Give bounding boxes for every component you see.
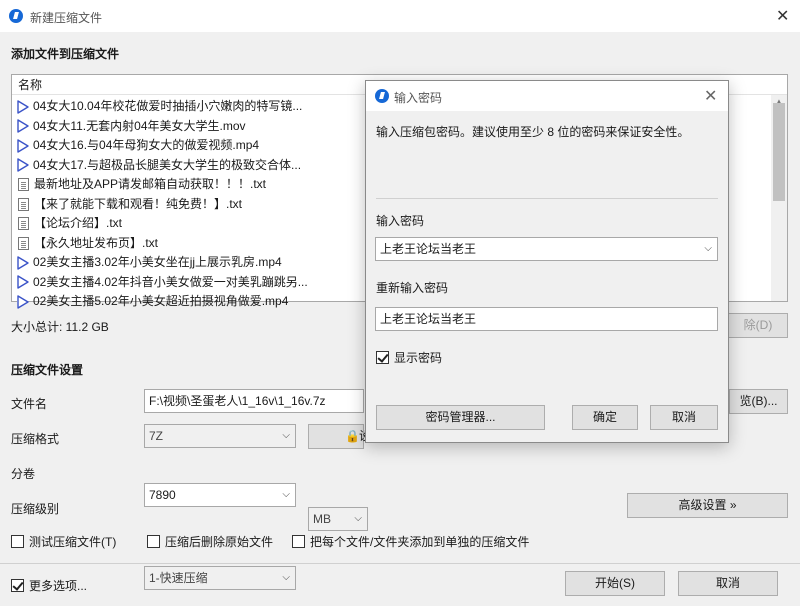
video-file-icon <box>16 294 30 309</box>
file-name: 02美女主播3.02年小美女坐在jj上展示乳房.mp4 <box>33 255 282 270</box>
dialog-ok-button[interactable]: 确定 <box>572 405 638 430</box>
total-size: 大小总计: 11.2 GB <box>11 320 109 334</box>
video-file-icon <box>16 255 30 270</box>
split-unit-value: MB <box>313 512 331 526</box>
more-options-checkbox[interactable] <box>11 579 24 592</box>
bottom-divider <box>0 563 800 564</box>
video-file-icon <box>16 138 30 153</box>
section-settings-title: 压缩文件设置 <box>11 363 84 377</box>
close-icon[interactable]: ✕ <box>776 6 789 26</box>
dialog-app-icon <box>375 89 389 103</box>
chevron-down-icon: ⌵ <box>282 572 290 583</box>
password-dialog: 输入密码 ✕ 输入压缩包密码。建议使用至少 8 位的密码来保证安全性。 输入密码… <box>365 80 729 443</box>
advanced-settings-button[interactable]: 高级设置 » <box>627 493 788 518</box>
remove-button[interactable]: 除(D) <box>728 313 788 338</box>
split-unit-select[interactable]: MB ⌵ <box>308 507 368 531</box>
separate-archives-option[interactable]: 把每个文件/文件夹添加到单独的压缩文件 <box>292 533 529 550</box>
filename-label: 文件名 <box>11 397 48 411</box>
level-value: 1-快速压缩 <box>149 571 208 585</box>
section-add-title: 添加文件到压缩文件 <box>11 47 120 61</box>
chevron-down-icon[interactable]: ⌵ <box>704 238 712 260</box>
split-label: 分卷 <box>11 467 36 481</box>
file-name: 02美女主播5.02年小美女超近拍摄视角做爱.mp4 <box>33 294 289 309</box>
chevron-down-icon: ⌵ <box>354 513 362 524</box>
video-file-icon <box>16 119 30 134</box>
text-file-icon <box>18 236 29 250</box>
text-file-icon <box>18 197 29 211</box>
file-name: 04女大16.与04年母狗女大的做爱视频.mp4 <box>33 138 260 153</box>
video-file-icon <box>16 99 30 114</box>
more-options-label: 更多选项... <box>29 579 88 593</box>
file-name: 【来了就能下载和观看！纯免费！】.txt <box>34 196 243 211</box>
confirm-password-input[interactable]: 上老王论坛当老王 <box>375 307 718 331</box>
dialog-close-icon[interactable]: ✕ <box>704 86 717 106</box>
scroll-thumb[interactable] <box>773 103 785 201</box>
file-name: 02美女主播4.02年抖音小美女做爱一对美乳蹦跳另... <box>33 274 308 289</box>
delete-original-checkbox[interactable] <box>147 535 160 548</box>
confirm-password-label: 重新输入密码 <box>376 281 449 295</box>
show-password-option[interactable]: 显示密码 <box>376 349 442 366</box>
text-file-icon <box>18 217 29 231</box>
file-name: 04女大11.无套内射04年美女大学生.mov <box>33 118 246 133</box>
level-label: 压缩级别 <box>11 502 60 516</box>
browse-button[interactable]: 览(B)... <box>729 389 788 414</box>
format-select[interactable]: 7Z ⌵ <box>144 424 296 448</box>
format-value: 7Z <box>149 429 164 443</box>
dialog-cancel-button[interactable]: 取消 <box>650 405 718 430</box>
dialog-title-bar: 输入密码 ✕ <box>366 81 728 111</box>
video-file-icon <box>16 275 30 290</box>
separate-archives-checkbox[interactable] <box>292 535 305 548</box>
filename-input[interactable]: F:\视频\圣蛋老人\1_16v\1_16v.7z <box>144 389 364 413</box>
test-archive-option[interactable]: 测试压缩文件(T) <box>11 533 116 550</box>
more-options-toggle[interactable]: 更多选项... <box>11 577 87 594</box>
cancel-button[interactable]: 取消 <box>678 571 778 596</box>
set-password-button[interactable]: 🔒 设 <box>308 424 371 449</box>
file-name: 04女大10.04年校花做爱时抽插小穴嫩肉的特写镜... <box>33 99 303 114</box>
file-name: 04女大17.与超极品长腿美女大学生的极致交合体... <box>33 157 302 172</box>
split-select[interactable]: 7890 ⌵ <box>144 483 296 507</box>
file-name: 最新地址及APP请发邮箱自动获取！！！.txt <box>34 177 267 192</box>
delete-original-label: 压缩后删除原始文件 <box>165 535 274 549</box>
list-scrollbar[interactable]: ▲ <box>771 95 787 301</box>
password-value: 上老王论坛当老王 <box>380 242 477 256</box>
password-input[interactable]: 上老王论坛当老王 ⌵ <box>375 237 718 261</box>
delete-original-option[interactable]: 压缩后删除原始文件 <box>147 533 273 550</box>
chevron-down-icon: ⌵ <box>282 489 290 500</box>
text-file-icon <box>18 178 29 192</box>
format-label: 压缩格式 <box>11 432 60 446</box>
show-password-label: 显示密码 <box>394 351 443 365</box>
show-password-checkbox[interactable] <box>376 351 389 364</box>
separate-archives-label: 把每个文件/文件夹添加到单独的压缩文件 <box>310 535 530 549</box>
file-name: 【论坛介绍】.txt <box>34 216 123 231</box>
file-name: 【永久地址发布页】.txt <box>34 235 159 250</box>
dialog-description: 输入压缩包密码。建议使用至少 8 位的密码来保证安全性。 <box>376 125 690 139</box>
title-bar: 新建压缩文件 ✕ <box>0 0 800 32</box>
lock-icon: 🔒 <box>345 429 360 443</box>
dialog-title: 输入密码 <box>394 91 443 105</box>
video-file-icon <box>16 158 30 173</box>
chevron-down-icon: ⌵ <box>282 430 290 441</box>
level-select[interactable]: 1-快速压缩 ⌵ <box>144 566 296 590</box>
test-archive-label: 测试压缩文件(T) <box>29 535 117 549</box>
split-value: 7890 <box>149 488 176 502</box>
app-logo-icon <box>9 9 23 23</box>
dialog-divider <box>376 198 718 199</box>
password-label: 输入密码 <box>376 214 425 228</box>
window-title: 新建压缩文件 <box>30 11 103 25</box>
start-button[interactable]: 开始(S) <box>565 571 665 596</box>
main-window: 新建压缩文件 ✕ 添加文件到压缩文件 名称 04女大10.04年校花做爱时抽插小… <box>0 0 800 606</box>
test-archive-checkbox[interactable] <box>11 535 24 548</box>
password-manager-button[interactable]: 密码管理器... <box>376 405 545 430</box>
